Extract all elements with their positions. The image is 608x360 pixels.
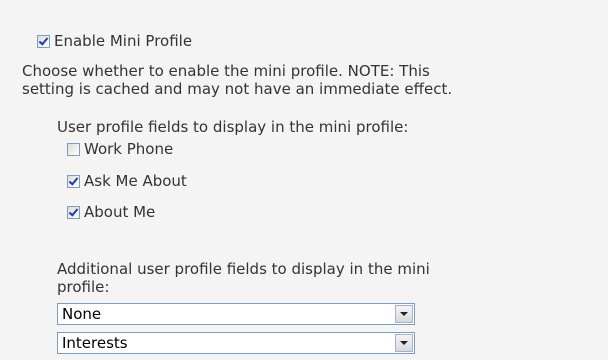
- enable-mini-profile-checkbox[interactable]: [37, 34, 50, 48]
- ask-me-about-checkbox[interactable]: [67, 174, 80, 188]
- enable-description-line2: setting is cached and may not have an im…: [22, 80, 453, 98]
- dropdown-arrow-icon[interactable]: [395, 305, 413, 323]
- enable-mini-profile-option[interactable]: Enable Mini Profile: [37, 32, 192, 50]
- about-me-checkbox[interactable]: [67, 205, 80, 219]
- work-phone-checkbox[interactable]: [67, 142, 80, 156]
- additional-field-select-2[interactable]: Interests: [57, 332, 415, 354]
- field-option-ask-me-about[interactable]: Ask Me About: [67, 172, 187, 190]
- additional-heading-line2: profile:: [57, 278, 110, 296]
- field-option-work-phone[interactable]: Work Phone: [67, 140, 173, 158]
- field-option-about-me[interactable]: About Me: [67, 203, 155, 221]
- dropdown-arrow-icon[interactable]: [395, 334, 413, 352]
- enable-description-line1: Choose whether to enable the mini profil…: [22, 62, 430, 80]
- enable-mini-profile-label: Enable Mini Profile: [54, 32, 193, 50]
- ask-me-about-label: Ask Me About: [84, 172, 187, 190]
- additional-field-select-1[interactable]: None: [57, 303, 415, 325]
- additional-heading-line1: Additional user profile fields to displa…: [57, 260, 430, 278]
- additional-field-select-2-value: Interests: [62, 334, 128, 352]
- work-phone-label: Work Phone: [84, 140, 174, 158]
- additional-field-select-1-value: None: [62, 305, 102, 323]
- about-me-label: About Me: [84, 203, 156, 221]
- fields-heading: User profile fields to display in the mi…: [57, 118, 409, 136]
